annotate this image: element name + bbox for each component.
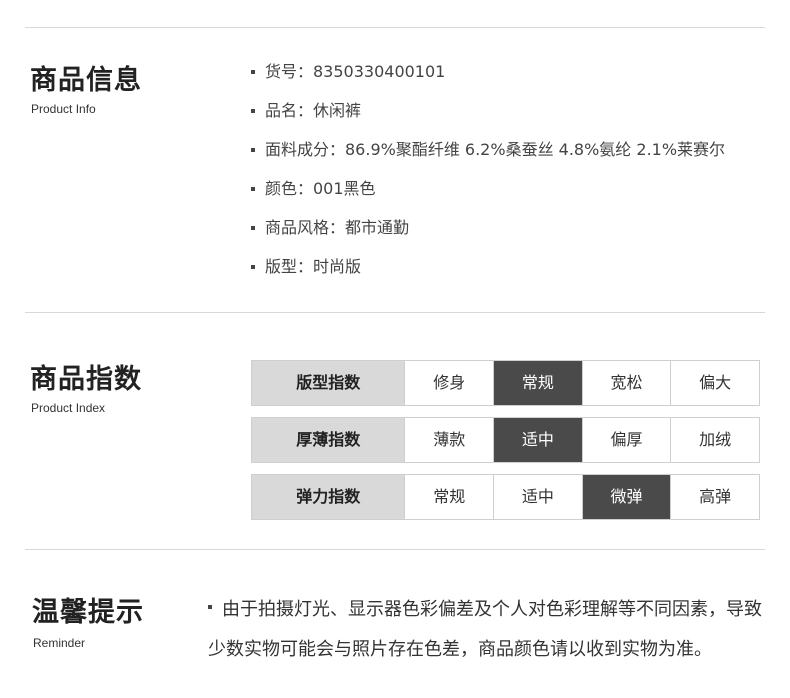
- product-info-subtitle: Product Info: [31, 102, 96, 116]
- reminder-title: 温馨提示: [32, 597, 144, 628]
- reminder-body: 由于拍摄灯光、显示器色彩偏差及个人对色彩理解等不同因素，导致少数实物可能会与照片…: [208, 590, 778, 670]
- index-row-label: 弹力指数: [252, 475, 405, 519]
- section-divider-top: [25, 27, 765, 28]
- bullet-icon: [251, 70, 255, 74]
- index-row-thickness: 厚薄指数 薄款 适中 偏厚 加绒: [251, 417, 760, 463]
- section-divider-info-index: [25, 312, 765, 313]
- reminder-text: 由于拍摄灯光、显示器色彩偏差及个人对色彩理解等不同因素，导致少数实物可能会与照片…: [208, 599, 762, 660]
- product-index-subtitle: Product Index: [31, 401, 106, 415]
- info-item-color: 颜色：001黑色: [251, 177, 725, 216]
- index-option: 偏厚: [581, 418, 671, 462]
- info-item-name: 品名：休闲裤: [251, 99, 725, 138]
- info-item-text: 品名：休闲裤: [265, 101, 362, 120]
- info-item-text: 商品风格：都市通勤: [265, 218, 410, 237]
- bullet-icon: [208, 605, 212, 609]
- index-option: 宽松: [581, 361, 671, 405]
- info-item-fabric: 面料成分：86.9%聚酯纤维 6.2%桑蚕丝 4.8%氨纶 2.1%莱赛尔: [251, 138, 725, 177]
- product-info-list: 货号：8350330400101 品名：休闲裤 面料成分：86.9%聚酯纤维 6…: [251, 60, 725, 294]
- info-item-text: 面料成分：86.9%聚酯纤维 6.2%桑蚕丝 4.8%氨纶 2.1%莱赛尔: [265, 140, 726, 159]
- info-item-text: 版型：时尚版: [265, 257, 362, 276]
- index-option: 常规: [493, 361, 582, 405]
- info-item-fit: 版型：时尚版: [251, 255, 725, 294]
- info-item-sku: 货号：8350330400101: [251, 60, 725, 99]
- index-option: 常规: [404, 475, 493, 519]
- index-row-fit: 版型指数 修身 常规 宽松 偏大: [251, 360, 760, 406]
- info-item-text: 颜色：001黑色: [265, 179, 376, 198]
- section-divider-index-reminder: [25, 549, 765, 550]
- index-option: 修身: [404, 361, 493, 405]
- product-info-title: 商品信息: [30, 65, 142, 96]
- index-option: 高弹: [670, 475, 759, 519]
- bullet-icon: [251, 226, 255, 230]
- bullet-icon: [251, 109, 255, 113]
- bullet-icon: [251, 148, 255, 152]
- index-option: 适中: [493, 475, 582, 519]
- index-option: 薄款: [404, 418, 493, 462]
- index-option: 微弹: [581, 475, 671, 519]
- bullet-icon: [251, 265, 255, 269]
- index-option: 偏大: [670, 361, 759, 405]
- info-item-style: 商品风格：都市通勤: [251, 216, 725, 255]
- reminder-subtitle: Reminder: [33, 636, 86, 650]
- bullet-icon: [251, 187, 255, 191]
- index-row-label: 版型指数: [252, 361, 405, 405]
- index-option: 适中: [493, 418, 582, 462]
- index-option: 加绒: [670, 418, 759, 462]
- product-index-title: 商品指数: [30, 364, 142, 395]
- index-row-label: 厚薄指数: [252, 418, 405, 462]
- index-row-elasticity: 弹力指数 常规 适中 微弹 高弹: [251, 474, 760, 520]
- info-item-text: 货号：8350330400101: [265, 62, 446, 81]
